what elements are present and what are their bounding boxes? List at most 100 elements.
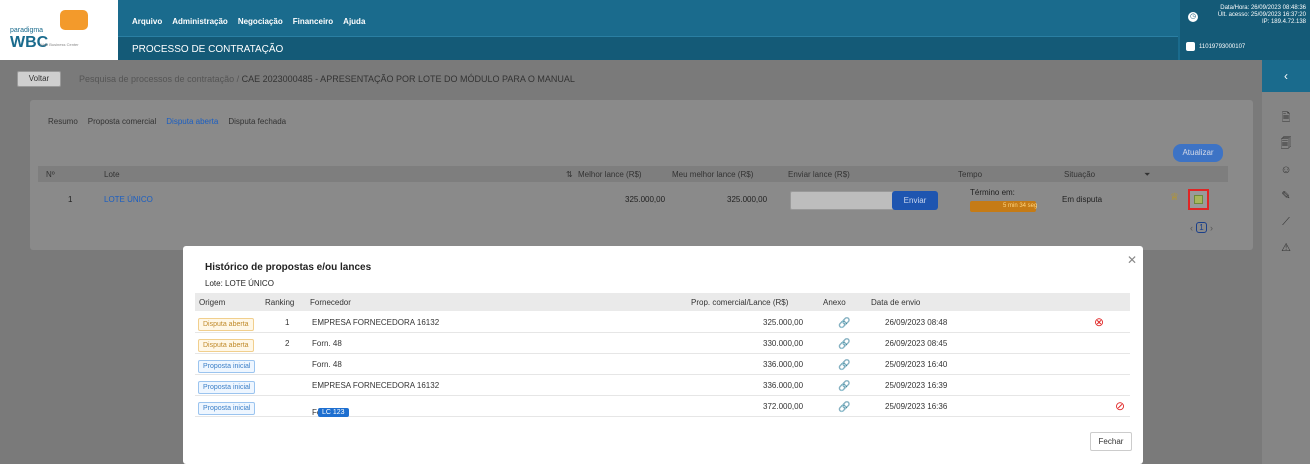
block-icon[interactable]: ⊘ xyxy=(1115,399,1125,413)
chart-icon[interactable]: ⟋ xyxy=(1280,216,1292,228)
valor: 325.000,00 xyxy=(763,318,804,327)
history-row: Disputa aberta 2 Forn. 48 330.000,00 🔗 2… xyxy=(195,333,1130,354)
breadcrumb-parent[interactable]: Pesquisa de processos de contratação / xyxy=(79,74,239,84)
tab-disputa-fechada[interactable]: Disputa fechada xyxy=(228,117,286,126)
page-subtitle-bar: PROCESSO DE CONTRATAÇÃO xyxy=(118,36,1178,60)
countdown-text: 5 min 34 seg xyxy=(1003,203,1038,209)
edit-document-icon[interactable]: ✎ xyxy=(1280,190,1292,202)
session-info: ◷ Data/Hora: 26/09/2023 08:48:36 Últ. ac… xyxy=(1180,0,1310,60)
col-lote: Lote xyxy=(104,170,120,179)
history-row: Disputa aberta 1 EMPRESA FORNECEDORA 161… xyxy=(195,312,1130,333)
origin-badge: Proposta inicial xyxy=(198,360,256,373)
fornecedor: Forn. 48 xyxy=(312,339,342,348)
brand-top: paradigma xyxy=(10,27,44,34)
data-envio: 25/09/2023 16:39 xyxy=(885,381,948,390)
menu-administracao[interactable]: Administração xyxy=(172,17,228,26)
history-row: Proposta inicial Forn. 7LC 123 372.000,0… xyxy=(195,396,1130,417)
main-menu: Arquivo Administração Negociação Finance… xyxy=(132,17,365,26)
document-icon[interactable]: 🗎 xyxy=(1280,112,1292,124)
prev-page-icon[interactable]: ‹ xyxy=(1190,223,1193,233)
col-meu-melhor-lance: Meu melhor lance (R$) xyxy=(672,170,754,179)
valor: 330.000,00 xyxy=(763,339,804,348)
history-icon xyxy=(1194,195,1203,204)
ranking: 2 xyxy=(285,339,290,348)
row-lote-link[interactable]: LOTE ÚNICO xyxy=(104,195,153,204)
collapse-chevron-icon[interactable]: ‹ xyxy=(1262,60,1310,92)
logo[interactable]: paradigma WBC Web Business Center xyxy=(0,0,118,60)
right-sidebar: ‹ 🗎 🗐 ☺ ✎ ⟋ ⚠ xyxy=(1262,60,1310,464)
session-ip: IP: 189.4.72.138 xyxy=(1261,19,1306,25)
attachment-icon: 🔗 xyxy=(838,339,851,350)
col-anexo: Anexo xyxy=(823,298,846,307)
origin-badge: Proposta inicial xyxy=(198,381,256,394)
fornecedor: Forn. 48 xyxy=(312,360,342,369)
col-situacao: Situação xyxy=(1064,170,1096,179)
col-melhor-lance: Melhor lance (R$) xyxy=(578,170,642,179)
menu-ajuda[interactable]: Ajuda xyxy=(343,17,365,26)
col-origem: Origem xyxy=(199,298,226,307)
col-ranking: Ranking xyxy=(265,298,295,307)
attachment-icon[interactable]: 🔗 xyxy=(838,381,850,392)
fornecedor: EMPRESA FORNECEDORA 16132 xyxy=(312,318,440,327)
breadcrumb-current: CAE 2023000485 - APRESENTAÇÃO POR LOTE D… xyxy=(241,74,575,84)
warning-icon[interactable]: ⚠ xyxy=(1280,242,1292,254)
col-fornecedor: Fornecedor xyxy=(310,298,351,307)
chat-icon[interactable]: ☺ xyxy=(1280,164,1292,176)
menu-financeiro[interactable]: Financeiro xyxy=(293,17,333,26)
origin-badge: Proposta inicial xyxy=(198,402,256,415)
row-melhor-lance: 325.000,00 xyxy=(625,195,666,204)
close-icon[interactable]: ✕ xyxy=(1127,253,1137,267)
col-num: Nº xyxy=(46,170,55,179)
page-subtitle: PROCESSO DE CONTRATAÇÃO xyxy=(132,44,284,55)
user-id: 11019793000107 xyxy=(1199,43,1246,50)
table-header: Nº Lote ⇅ Melhor lance (R$) Meu melhor l… xyxy=(38,166,1228,182)
tab-proposta-comercial[interactable]: Proposta comercial xyxy=(88,117,156,126)
user-info[interactable]: 11019793000107 xyxy=(1186,42,1245,51)
tab-disputa-aberta[interactable]: Disputa aberta xyxy=(166,117,218,126)
back-button[interactable]: Voltar xyxy=(17,71,61,87)
page-number[interactable]: 1 xyxy=(1196,222,1207,233)
data-envio: 25/09/2023 16:40 xyxy=(885,360,948,369)
filter-icon[interactable]: ⏷ xyxy=(1144,170,1150,180)
attachment-icon[interactable]: 🔗 xyxy=(838,318,850,329)
clock-icon: ◷ xyxy=(1188,12,1198,22)
history-button[interactable] xyxy=(1188,189,1209,210)
ranking: 1 xyxy=(285,318,290,327)
col-tempo: Tempo xyxy=(958,170,983,179)
refresh-button[interactable]: Atualizar xyxy=(1173,144,1223,162)
history-row: Proposta inicial EMPRESA FORNECEDORA 161… xyxy=(195,375,1130,396)
user-icon xyxy=(1186,42,1195,51)
session-datetime: Data/Hora: 26/09/2023 08:48:36 xyxy=(1220,5,1306,11)
col-enviar-lance: Enviar lance (R$) xyxy=(788,170,850,179)
countdown-badge: 5 min 34 seg xyxy=(970,201,1038,212)
attachment-icon: 🔗 xyxy=(838,360,851,371)
send-bid-button[interactable]: Enviar xyxy=(892,191,938,210)
puzzle-logo-icon xyxy=(60,10,88,30)
close-button[interactable]: Fechar xyxy=(1090,432,1132,451)
termino-label: Término em: xyxy=(970,188,1015,197)
pagination: ‹ 1 › xyxy=(1190,222,1213,233)
attachment-icon: 🔗 xyxy=(838,402,851,413)
session-last-access: Últ. acesso: 25/09/2023 16:37:20 xyxy=(1217,12,1306,18)
menu-negociacao[interactable]: Negociação xyxy=(238,17,283,26)
cancel-bid-icon[interactable]: ⊗ xyxy=(1094,315,1104,329)
history-table-header: Origem Ranking Fornecedor Prop. comercia… xyxy=(195,293,1130,311)
next-page-icon[interactable]: › xyxy=(1210,223,1213,233)
status-text: Em disputa xyxy=(1062,195,1103,204)
lc-badge: LC 123 xyxy=(318,408,349,417)
row-meu-melhor-lance: 325.000,00 xyxy=(727,195,768,204)
tab-resumo[interactable]: Resumo xyxy=(48,117,78,126)
modal-title: Histórico de propostas e/ou lances xyxy=(205,262,372,273)
row-num: 1 xyxy=(68,195,73,204)
modal-lote: Lote: LOTE ÚNICO xyxy=(205,279,274,288)
sort-icon[interactable]: ⇅ xyxy=(566,170,573,179)
menu-arquivo[interactable]: Arquivo xyxy=(132,17,162,26)
col-data: Data de envio xyxy=(871,298,921,307)
search-document-icon[interactable]: 🗐 xyxy=(1280,138,1292,150)
origin-badge: Disputa aberta xyxy=(198,339,254,352)
table-row: 1 LOTE ÚNICO 325.000,00 325.000,00 0,00 … xyxy=(38,184,1228,216)
brand-sub: Web Business Center xyxy=(40,42,79,47)
trophy-icon: ♕ xyxy=(1170,192,1179,203)
data-envio: 26/09/2023 08:45 xyxy=(885,339,948,348)
history-row: Proposta inicial Forn. 48 336.000,00 🔗 2… xyxy=(195,354,1130,375)
